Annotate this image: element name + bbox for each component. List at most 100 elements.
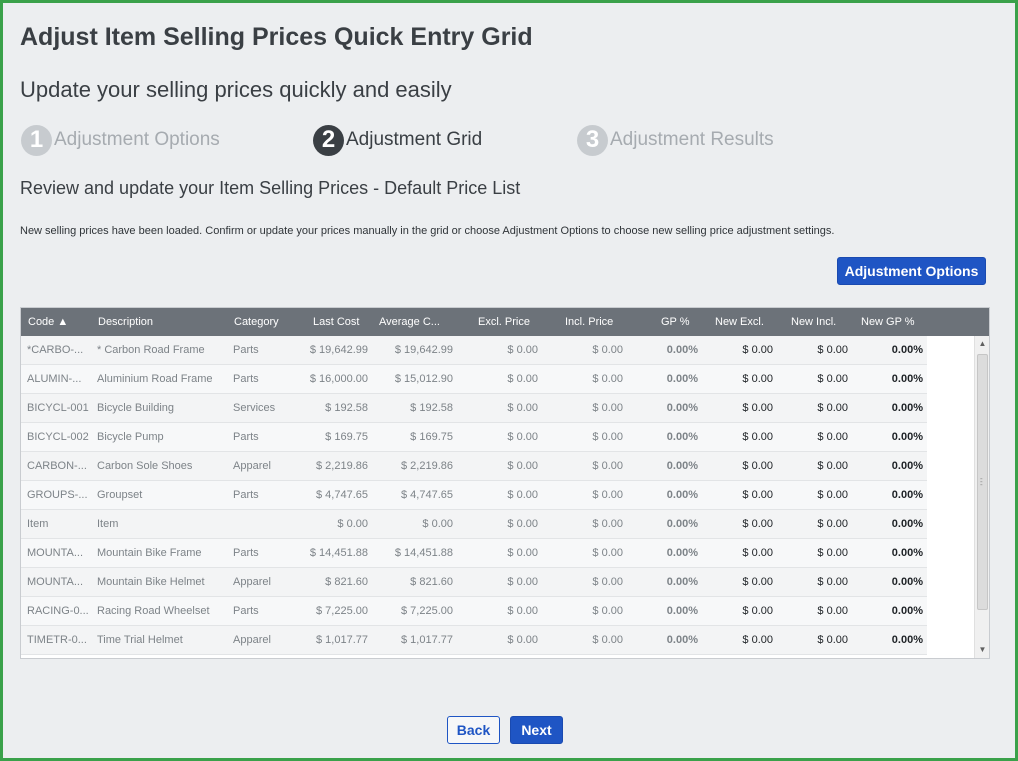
cell-new-gp[interactable]: 0.00% bbox=[851, 394, 923, 423]
step-adjustment-options[interactable]: 1 Adjustment Options bbox=[21, 124, 220, 156]
cell-new-gp[interactable]: 0.00% bbox=[851, 365, 923, 394]
back-button[interactable]: Back bbox=[447, 716, 500, 744]
cell-description: Carbon Sole Shoes bbox=[97, 460, 193, 472]
cell-new-excl[interactable]: $ 0.00 bbox=[701, 336, 773, 365]
vertical-scrollbar[interactable]: ▲ --- ▼ bbox=[974, 336, 989, 658]
table-row[interactable]: GROUPS-... Groupset Parts $ 4,747.65 $ 4,747… bbox=[21, 481, 927, 510]
table-row[interactable]: *CARBO-... * Carbon Road Frame Parts $ 19,6… bbox=[21, 336, 927, 365]
cell-gp: 0.00% bbox=[666, 460, 698, 472]
cell-new-excl[interactable]: $ 0.00 bbox=[701, 539, 773, 568]
cell-excl-price: $ 0.00 bbox=[507, 460, 538, 472]
cell-incl-price: $ 0.00 bbox=[592, 431, 623, 443]
cell-avg-cost: $ 821.60 bbox=[410, 576, 453, 588]
step-number-2: 2 bbox=[313, 124, 344, 156]
cell-new-incl[interactable]: $ 0.00 bbox=[776, 423, 848, 452]
column-header-description[interactable]: Description bbox=[98, 308, 153, 336]
cell-new-excl[interactable]: $ 0.00 bbox=[701, 626, 773, 655]
cell-new-incl[interactable]: $ 0.00 bbox=[776, 481, 848, 510]
cell-gp: 0.00% bbox=[666, 576, 698, 588]
column-header-incl-price[interactable]: Incl. Price bbox=[565, 308, 613, 336]
scroll-up-arrow-icon[interactable]: ▲ bbox=[975, 336, 989, 352]
cell-last-cost: $ 16,000.00 bbox=[309, 373, 368, 385]
cell-category: Apparel bbox=[233, 634, 271, 646]
cell-new-excl[interactable]: $ 0.00 bbox=[701, 481, 773, 510]
column-header-excl-price[interactable]: Excl. Price bbox=[478, 308, 530, 336]
cell-new-gp[interactable]: 0.00% bbox=[851, 336, 923, 365]
column-header-new-incl[interactable]: New Incl. bbox=[791, 308, 836, 336]
cell-new-incl[interactable]: $ 0.00 bbox=[776, 365, 848, 394]
cell-gp: 0.00% bbox=[666, 344, 698, 356]
cell-category: Apparel bbox=[233, 460, 271, 472]
table-row[interactable]: BICYCL-002 Bicycle Pump Parts $ 169.75 $ 169… bbox=[21, 423, 927, 452]
cell-incl-price: $ 0.00 bbox=[592, 518, 623, 530]
table-row[interactable]: BICYCL-001 Bicycle Building Services $ 192.… bbox=[21, 394, 927, 423]
cell-new-gp[interactable]: 0.00% bbox=[851, 597, 923, 626]
cell-excl-price: $ 0.00 bbox=[507, 373, 538, 385]
cell-new-excl[interactable]: $ 0.00 bbox=[701, 423, 773, 452]
next-button[interactable]: Next bbox=[510, 716, 563, 744]
column-header-last-cost[interactable]: Last Cost bbox=[313, 308, 359, 336]
cell-category: Parts bbox=[233, 373, 259, 385]
cell-new-incl[interactable]: $ 0.00 bbox=[776, 626, 848, 655]
cell-code: MOUNTA... bbox=[27, 547, 84, 559]
cell-excl-price: $ 0.00 bbox=[507, 489, 538, 501]
table-row[interactable]: Item Item $ 0.00 $ 0.00 $ 0.00 $ 0.00 0.00% $ 0… bbox=[21, 510, 927, 539]
cell-new-gp[interactable]: 0.00% bbox=[851, 452, 923, 481]
cell-new-gp[interactable]: 0.00% bbox=[851, 510, 923, 539]
cell-avg-cost: $ 2,219.86 bbox=[401, 460, 453, 472]
cell-gp: 0.00% bbox=[666, 634, 698, 646]
cell-new-incl[interactable]: $ 0.00 bbox=[776, 510, 848, 539]
cell-new-incl[interactable]: $ 0.00 bbox=[776, 597, 848, 626]
cell-new-gp[interactable]: 0.00% bbox=[851, 539, 923, 568]
table-row[interactable]: ALUMIN-... Aluminium Road Frame Parts $ 16,… bbox=[21, 365, 927, 394]
cell-code: RACING-0... bbox=[27, 605, 89, 617]
cell-new-excl[interactable]: $ 0.00 bbox=[701, 452, 773, 481]
cell-last-cost: $ 821.60 bbox=[325, 576, 368, 588]
cell-new-gp[interactable]: 0.00% bbox=[851, 626, 923, 655]
cell-new-excl[interactable]: $ 0.00 bbox=[701, 597, 773, 626]
table-row[interactable]: CARBON-... Carbon Sole Shoes Apparel $ 2,21… bbox=[21, 452, 927, 481]
table-row[interactable]: MOUNTA... Mountain Bike Helmet Apparel $ 82… bbox=[21, 568, 927, 597]
cell-gp: 0.00% bbox=[666, 547, 698, 559]
cell-category: Parts bbox=[233, 605, 259, 617]
table-row[interactable]: TIMETR-0... Time Trial Helmet Apparel $ 1,0… bbox=[21, 626, 927, 655]
cell-new-incl[interactable]: $ 0.00 bbox=[776, 452, 848, 481]
cell-new-excl[interactable]: $ 0.00 bbox=[701, 365, 773, 394]
cell-new-incl[interactable]: $ 0.00 bbox=[776, 394, 848, 423]
column-header-average-cost[interactable]: Average C... bbox=[379, 308, 440, 336]
cell-new-excl[interactable]: $ 0.00 bbox=[701, 510, 773, 539]
cell-incl-price: $ 0.00 bbox=[592, 402, 623, 414]
cell-new-excl[interactable]: $ 0.00 bbox=[701, 394, 773, 423]
step-number-1: 1 bbox=[21, 124, 52, 156]
cell-new-incl[interactable]: $ 0.00 bbox=[776, 568, 848, 597]
column-header-code[interactable]: Code ▲ bbox=[28, 308, 68, 336]
column-header-new-gp[interactable]: New GP % bbox=[861, 308, 915, 336]
column-header-gp[interactable]: GP % bbox=[661, 308, 690, 336]
cell-last-cost: $ 192.58 bbox=[325, 402, 368, 414]
cell-code: BICYCL-002 bbox=[27, 431, 89, 443]
scroll-down-arrow-icon[interactable]: ▼ bbox=[975, 642, 989, 658]
cell-incl-price: $ 0.00 bbox=[592, 576, 623, 588]
cell-description: Time Trial Helmet bbox=[97, 634, 183, 646]
cell-new-excl[interactable]: $ 0.00 bbox=[701, 568, 773, 597]
table-row[interactable]: MOUNTA... Mountain Bike Frame Parts $ 14,45… bbox=[21, 539, 927, 568]
step-label: Adjustment Options bbox=[54, 129, 220, 150]
step-label: Adjustment Grid bbox=[346, 129, 483, 150]
cell-new-incl[interactable]: $ 0.00 bbox=[776, 539, 848, 568]
cell-last-cost: $ 1,017.77 bbox=[316, 634, 368, 646]
cell-excl-price: $ 0.00 bbox=[507, 431, 538, 443]
cell-new-gp[interactable]: 0.00% bbox=[851, 481, 923, 510]
cell-gp: 0.00% bbox=[666, 431, 698, 443]
adjustment-options-button[interactable]: Adjustment Options bbox=[837, 257, 986, 285]
cell-new-gp[interactable]: 0.00% bbox=[851, 423, 923, 452]
cell-incl-price: $ 0.00 bbox=[592, 344, 623, 356]
table-row[interactable]: RACING-0... Racing Road Wheelset Parts $ 7,… bbox=[21, 597, 927, 626]
column-header-new-excl[interactable]: New Excl. bbox=[715, 308, 764, 336]
cell-avg-cost: $ 192.58 bbox=[410, 402, 453, 414]
cell-new-gp[interactable]: 0.00% bbox=[851, 568, 923, 597]
scrollbar-thumb[interactable]: --- bbox=[977, 354, 988, 610]
column-header-category[interactable]: Category bbox=[234, 308, 279, 336]
cell-category: Services bbox=[233, 402, 276, 414]
cell-new-incl[interactable]: $ 0.00 bbox=[776, 336, 848, 365]
price-grid: Code ▲ Description Category Last Cost Av… bbox=[20, 307, 990, 659]
